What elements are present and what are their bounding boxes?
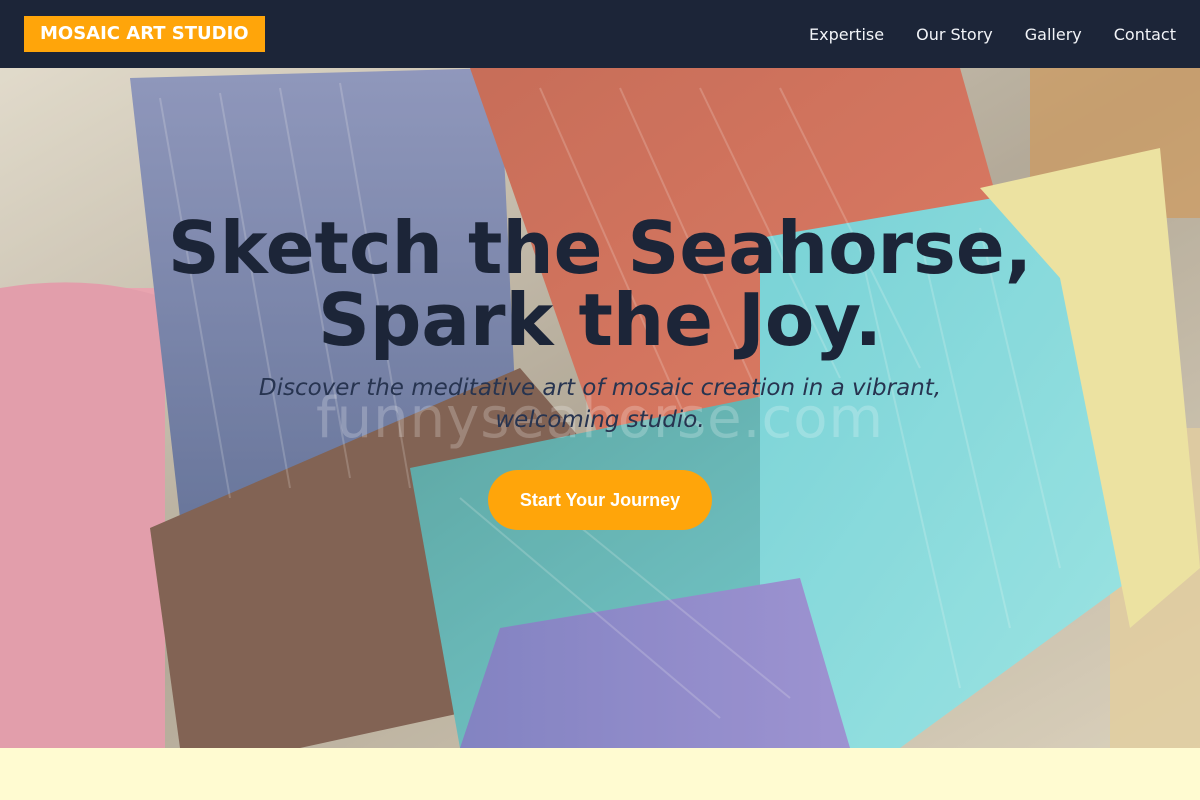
nav-link-gallery[interactable]: Gallery (1025, 25, 1082, 44)
nav-link-our-story[interactable]: Our Story (916, 25, 993, 44)
start-journey-button[interactable]: Start Your Journey (487, 470, 713, 530)
hero-title: Sketch the Seahorse, Spark the Joy. (167, 206, 1033, 362)
nav-link-expertise[interactable]: Expertise (809, 25, 884, 44)
hero-content: Sketch the Seahorse, Spark the Joy. Disc… (140, 212, 1060, 530)
next-section-band (0, 748, 1200, 800)
main-nav: Expertise Our Story Gallery Contact (809, 25, 1176, 44)
hero-section: funnyseahorse.com Sketch the Seahorse, S… (0, 68, 1200, 748)
logo[interactable]: MOSAIC ART STUDIO (24, 16, 265, 52)
site-header: MOSAIC ART STUDIO Expertise Our Story Ga… (0, 0, 1200, 68)
hero-subtitle: Discover the meditative art of mosaic cr… (258, 375, 942, 433)
nav-link-contact[interactable]: Contact (1114, 25, 1176, 44)
